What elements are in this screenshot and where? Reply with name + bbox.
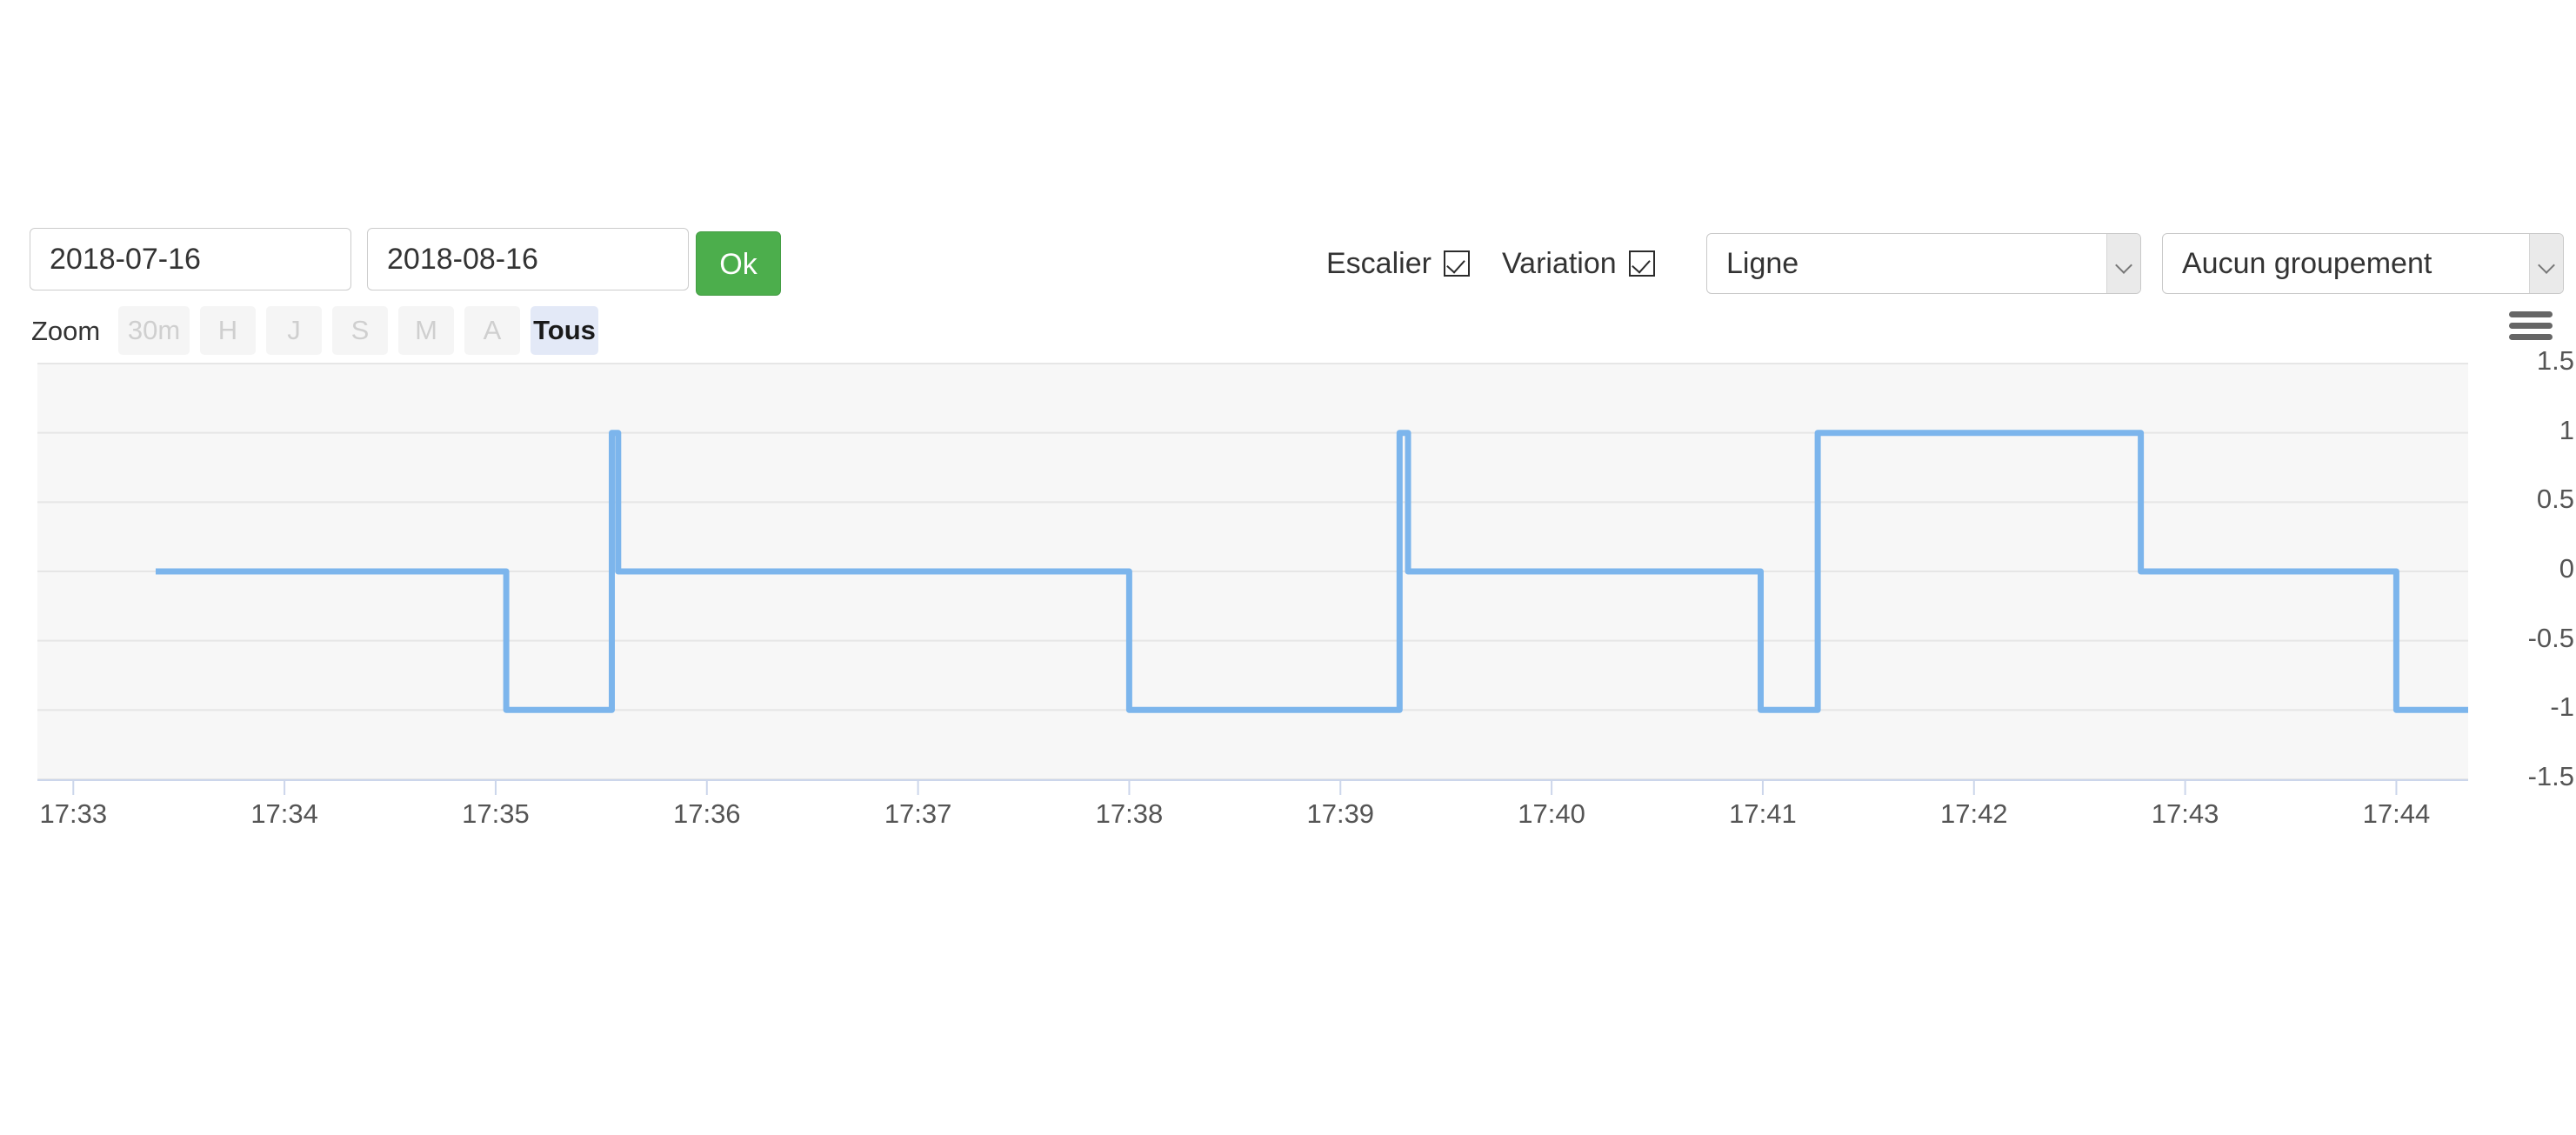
y-axis-tick-label: 1.5 xyxy=(2536,345,2574,376)
x-axis-tick-label: 17:33 xyxy=(39,798,108,829)
zoom-button-tous[interactable]: Tous xyxy=(531,306,598,355)
x-axis-tick-label: 17:39 xyxy=(1306,798,1375,829)
zoom-button-a[interactable]: A xyxy=(464,306,520,355)
zoom-button-m[interactable]: M xyxy=(398,306,454,355)
zoom-button-s[interactable]: S xyxy=(332,306,388,355)
menu-bar-1 xyxy=(2509,311,2553,317)
variation-label: Variation xyxy=(1502,246,1617,280)
x-axis-tick-label: 17:41 xyxy=(1729,798,1797,829)
zoom-range-selector: Zoom 30m H J S M A Tous xyxy=(0,306,2576,358)
start-date-input[interactable] xyxy=(30,228,351,290)
x-axis-tick-label: 17:34 xyxy=(250,798,318,829)
y-axis-tick-label: 0.5 xyxy=(2536,484,2574,515)
variation-option[interactable]: Variation xyxy=(1502,228,1655,299)
menu-bar-3 xyxy=(2509,334,2553,340)
x-axis-tick-label: 17:40 xyxy=(1518,798,1585,829)
variation-checkbox[interactable] xyxy=(1628,250,1655,277)
x-axis-tick-label: 17:44 xyxy=(2362,798,2431,829)
y-axis-tick-label: -1 xyxy=(2550,691,2574,723)
y-axis-tick-label: 1 xyxy=(2559,414,2574,445)
chevron-down-icon[interactable] xyxy=(2529,234,2563,293)
zoom-button-h[interactable]: H xyxy=(200,306,256,355)
chevron-down-icon[interactable] xyxy=(2106,234,2140,293)
y-axis-tick-label: -0.5 xyxy=(2527,622,2574,653)
y-axis-tick-label: 0 xyxy=(2559,553,2574,584)
y-axis-tick-label: -1.5 xyxy=(2527,761,2574,791)
chart-container: 1.5 1 0.5 0 -0.5 -1 -1.5 17:33 17:34 17:35 17:36 1… xyxy=(0,345,2576,1135)
x-axis-tick-label: 17:37 xyxy=(884,798,952,829)
chart-toolbar: Ok Escalier Variation Ligne Aucun groupe… xyxy=(0,228,2576,299)
x-axis-tick-label: 17:35 xyxy=(462,798,530,829)
ok-button[interactable]: Ok xyxy=(696,231,781,296)
end-date-input[interactable] xyxy=(367,228,689,290)
escalier-label: Escalier xyxy=(1326,246,1431,280)
menu-bar-2 xyxy=(2509,323,2553,329)
grouping-select[interactable]: Aucun groupement xyxy=(2162,233,2564,294)
x-axis-tick-label: 17:36 xyxy=(672,798,741,829)
escalier-option[interactable]: Escalier xyxy=(1326,228,1470,299)
zoom-label: Zoom xyxy=(31,316,101,346)
grouping-value: Aucun groupement xyxy=(2182,247,2433,280)
chart-type-select[interactable]: Ligne xyxy=(1706,233,2141,294)
chart-type-value: Ligne xyxy=(1726,247,1799,280)
x-axis-tick-label: 17:43 xyxy=(2151,798,2219,829)
zoom-button-30m[interactable]: 30m xyxy=(118,306,190,355)
zoom-button-j[interactable]: J xyxy=(266,306,322,355)
hamburger-menu-icon[interactable] xyxy=(2509,311,2553,341)
chart-x-tickmarks xyxy=(72,781,2398,795)
x-axis-tick-label: 17:38 xyxy=(1095,798,1164,829)
step-line-chart[interactable] xyxy=(0,352,2576,1135)
escalier-checkbox[interactable] xyxy=(1443,250,1470,277)
x-axis-tick-label: 17:42 xyxy=(1939,798,2008,829)
